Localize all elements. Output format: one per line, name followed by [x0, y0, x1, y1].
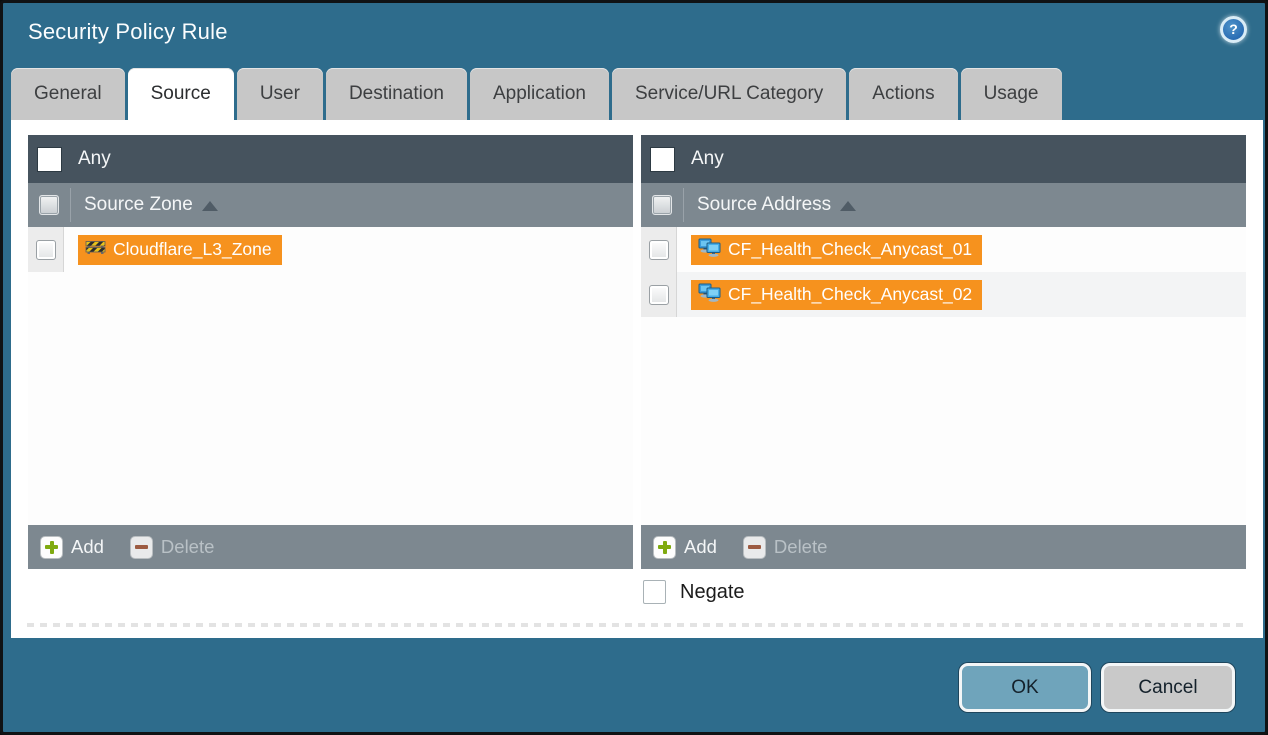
address-name: CF_Health_Check_Anycast_01 [728, 239, 972, 260]
tab-bar: General Source User Destination Applicat… [11, 68, 1062, 120]
address-hosts-icon [698, 238, 721, 262]
add-button[interactable]: Add [653, 536, 717, 559]
row-checkbox[interactable] [649, 285, 669, 305]
source-address-column-label[interactable]: Source Address [697, 194, 831, 216]
source-address-rows: CF_Health_Check_Anycast_01 [641, 227, 1246, 525]
row-checkbox-cell [641, 227, 677, 272]
column-divider [70, 188, 71, 222]
table-row[interactable]: CF_Health_Check_Anycast_01 [641, 227, 1246, 272]
column-divider [683, 188, 684, 222]
source-zone-any-label: Any [78, 148, 111, 170]
address-hosts-icon [698, 283, 721, 307]
source-zone-any-checkbox[interactable] [37, 147, 62, 172]
source-address-any-header: Any [641, 135, 1246, 183]
add-plus-icon [653, 536, 676, 559]
row-checkbox-cell [641, 272, 677, 317]
tab-service-url-category[interactable]: Service/URL Category [612, 68, 846, 120]
row-checkbox[interactable] [36, 240, 56, 260]
dialog-title: Security Policy Rule [28, 19, 228, 45]
help-icon[interactable]: ? [1220, 16, 1247, 43]
ok-button[interactable]: OK [959, 663, 1091, 712]
sort-ascending-icon[interactable] [202, 201, 218, 211]
sort-ascending-icon[interactable] [840, 201, 856, 211]
source-zone-column-label[interactable]: Source Zone [84, 194, 193, 216]
tab-user[interactable]: User [237, 68, 323, 120]
source-tab-content: Any Source Zone [11, 120, 1263, 638]
source-address-panel: Any Source Address [641, 135, 1246, 569]
zone-barricade-icon [85, 239, 106, 260]
security-policy-rule-dialog: Security Policy Rule ? General Source Us… [0, 0, 1268, 735]
add-plus-icon [40, 536, 63, 559]
delete-button[interactable]: Delete [743, 536, 827, 559]
delete-button[interactable]: Delete [130, 536, 214, 559]
source-address-any-checkbox[interactable] [650, 147, 675, 172]
delete-minus-icon [743, 536, 766, 559]
delete-minus-icon [130, 536, 153, 559]
negate-checkbox[interactable] [643, 580, 666, 604]
source-address-toolbar: Add Delete [641, 525, 1246, 569]
source-zone-select-all-checkbox[interactable] [39, 195, 59, 215]
source-address-column-header: Source Address [641, 183, 1246, 227]
source-zone-rows: Cloudflare_L3_Zone [28, 227, 633, 525]
cancel-button[interactable]: Cancel [1101, 663, 1235, 712]
tab-application[interactable]: Application [470, 68, 609, 120]
tab-source[interactable]: Source [128, 68, 234, 120]
source-zone-any-header: Any [28, 135, 633, 183]
zone-name: Cloudflare_L3_Zone [113, 239, 272, 260]
add-button[interactable]: Add [40, 536, 104, 559]
negate-row: Negate [643, 580, 745, 604]
table-row[interactable]: CF_Health_Check_Anycast_02 [641, 272, 1246, 317]
zone-value-chip[interactable]: Cloudflare_L3_Zone [78, 235, 282, 265]
row-checkbox[interactable] [649, 240, 669, 260]
address-value-chip[interactable]: CF_Health_Check_Anycast_02 [691, 280, 982, 310]
source-zone-toolbar: Add Delete [28, 525, 633, 569]
negate-label: Negate [680, 581, 745, 604]
source-address-any-label: Any [691, 148, 724, 170]
tab-usage[interactable]: Usage [961, 68, 1062, 120]
source-zone-column-header: Source Zone [28, 183, 633, 227]
tab-destination[interactable]: Destination [326, 68, 467, 120]
tab-actions[interactable]: Actions [849, 68, 957, 120]
address-value-chip[interactable]: CF_Health_Check_Anycast_01 [691, 235, 982, 265]
table-row[interactable]: Cloudflare_L3_Zone [28, 227, 633, 272]
title-bar: Security Policy Rule ? [3, 3, 1265, 65]
source-address-select-all-checkbox[interactable] [652, 195, 672, 215]
address-name: CF_Health_Check_Anycast_02 [728, 284, 972, 305]
resize-grip[interactable] [27, 623, 1247, 627]
source-zone-panel: Any Source Zone [28, 135, 633, 569]
row-checkbox-cell [28, 227, 64, 272]
tab-general[interactable]: General [11, 68, 125, 120]
